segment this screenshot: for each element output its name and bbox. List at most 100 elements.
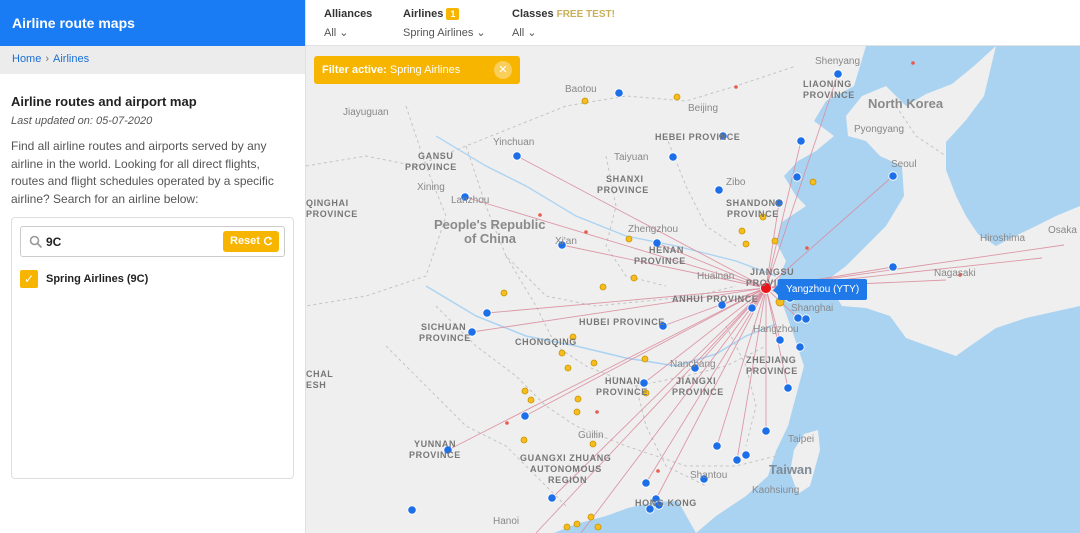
classes-filter[interactable]: Classes FREE TEST! All ⌄ bbox=[512, 8, 615, 39]
airport-marker-destination[interactable] bbox=[801, 314, 811, 324]
airport-marker-destination[interactable] bbox=[714, 185, 724, 195]
airport-marker-secondary[interactable] bbox=[564, 364, 572, 372]
airport-marker-destination[interactable] bbox=[783, 383, 793, 393]
airport-marker-destination[interactable] bbox=[407, 505, 417, 515]
airport-marker-destination[interactable] bbox=[833, 69, 843, 79]
airport-marker-destination[interactable] bbox=[888, 171, 898, 181]
filter-chip-value: Spring Airlines bbox=[389, 64, 461, 76]
map-label-seoul: Seoul bbox=[891, 159, 917, 170]
map-label-chongqing: CHONGQING bbox=[515, 337, 577, 347]
airport-marker-secondary[interactable] bbox=[589, 440, 597, 448]
airport-marker-destination[interactable] bbox=[547, 493, 557, 503]
chevron-down-icon: ⌄ bbox=[339, 27, 349, 39]
airport-marker-secondary[interactable] bbox=[590, 359, 598, 367]
airport-marker-destination[interactable] bbox=[792, 172, 802, 182]
airport-marker-secondary[interactable] bbox=[520, 436, 528, 444]
map-label-north-korea: North Korea bbox=[868, 96, 944, 111]
airport-marker-secondary[interactable] bbox=[558, 349, 566, 357]
airport-marker-secondary[interactable] bbox=[771, 237, 779, 245]
filter-bar: Alliances All ⌄ Airlines 1 Spring Airline… bbox=[306, 0, 1080, 46]
page-title: Airline routes and airport map bbox=[11, 94, 197, 109]
map-label-shandong: SHANDONG bbox=[726, 198, 784, 208]
brand-title[interactable]: Airline route maps bbox=[0, 0, 305, 46]
map-label-lanzhou: Lanzhou bbox=[451, 195, 490, 206]
airport-marker-destination[interactable] bbox=[512, 151, 522, 161]
map-label-nanchang: Nanchang bbox=[670, 359, 716, 370]
breadcrumb-airlines-link[interactable]: Airlines bbox=[53, 53, 89, 65]
minor-airport-marker bbox=[656, 469, 660, 473]
route-map[interactable]: Shenyang LIAONING PROVINCE North Korea P… bbox=[306, 46, 1080, 533]
map-label-henan: HENAN bbox=[649, 245, 685, 255]
alliances-filter[interactable]: Alliances All ⌄ bbox=[324, 8, 372, 39]
airlines-filter-title: Airlines bbox=[403, 8, 444, 20]
reset-button[interactable]: Reset bbox=[223, 231, 279, 252]
airport-marker-secondary[interactable] bbox=[738, 227, 746, 235]
map-label-shenyang: Shenyang bbox=[815, 56, 861, 67]
airport-marker-destination[interactable] bbox=[614, 88, 624, 98]
airline-option-row[interactable]: ✓ Spring Airlines (9C) bbox=[20, 270, 285, 290]
airport-marker-destination[interactable] bbox=[668, 152, 678, 162]
airline-search-input[interactable] bbox=[46, 232, 226, 252]
airport-marker-secondary[interactable] bbox=[809, 178, 817, 186]
airport-marker-secondary[interactable] bbox=[521, 387, 529, 395]
minor-airport-marker bbox=[505, 421, 509, 425]
map-label-hunan: HUNAN bbox=[605, 376, 641, 386]
airport-marker-destination[interactable] bbox=[747, 303, 757, 313]
airport-marker-secondary[interactable] bbox=[573, 520, 581, 528]
airport-marker-secondary[interactable] bbox=[587, 513, 595, 521]
airport-marker-destination[interactable] bbox=[795, 342, 805, 352]
map-label-sichuan-2: PROVINCE bbox=[419, 333, 471, 343]
map-label-beijing: Beijing bbox=[688, 103, 719, 114]
sidebar-content: Airline routes and airport map Last upda… bbox=[0, 74, 305, 479]
filter-active-chip[interactable]: Filter active: Spring Airlines ✕ bbox=[314, 56, 520, 84]
map-label-nagasaki: Nagasaki bbox=[934, 268, 976, 279]
airport-marker-secondary[interactable] bbox=[581, 97, 589, 105]
airlines-filter[interactable]: Airlines 1 Spring Airlines ⌄ bbox=[403, 8, 486, 39]
airport-marker-destination[interactable] bbox=[482, 308, 492, 318]
minor-airport-marker bbox=[734, 85, 738, 89]
airport-marker-destination[interactable] bbox=[732, 455, 742, 465]
map-label-huainan: Huainan bbox=[697, 271, 735, 282]
map-label-taiyuan: Taiyuan bbox=[614, 152, 649, 163]
checkbox-checked-icon[interactable]: ✓ bbox=[20, 270, 38, 288]
airport-marker-destination[interactable] bbox=[888, 262, 898, 272]
airport-marker-secondary[interactable] bbox=[573, 408, 581, 416]
airport-marker-destination[interactable] bbox=[520, 411, 530, 421]
map-label-xian: Xi'an bbox=[555, 236, 577, 247]
map-label-shanxi: SHANXI bbox=[606, 174, 644, 184]
map-label-hiroshima: Hiroshima bbox=[980, 233, 1026, 244]
airport-marker-destination[interactable] bbox=[641, 478, 651, 488]
map-label-kaohsiung: Kaohsiung bbox=[752, 485, 800, 496]
minor-airport-marker bbox=[805, 246, 809, 250]
map-label-yinchuan: Yinchuan bbox=[493, 137, 535, 148]
airport-marker-destination[interactable] bbox=[793, 313, 803, 323]
map-label-gansu: GANSU bbox=[418, 151, 454, 161]
airport-marker-secondary[interactable] bbox=[574, 395, 582, 403]
airport-marker-secondary[interactable] bbox=[630, 274, 638, 282]
map-label-shantou: Shantou bbox=[690, 470, 728, 481]
chevron-down-icon: ⌄ bbox=[527, 27, 537, 39]
airport-marker-destination[interactable] bbox=[639, 378, 649, 388]
reset-button-label: Reset bbox=[230, 235, 260, 247]
map-label-yunnan-2: PROVINCE bbox=[409, 450, 461, 460]
airport-marker-destination[interactable] bbox=[712, 441, 722, 451]
refresh-icon bbox=[263, 236, 273, 246]
airport-marker-secondary[interactable] bbox=[673, 93, 681, 101]
close-icon[interactable]: ✕ bbox=[494, 61, 512, 79]
map-label-zibo: Zibo bbox=[726, 177, 746, 188]
airport-marker-secondary[interactable] bbox=[599, 283, 607, 291]
airport-marker-destination[interactable] bbox=[741, 450, 751, 460]
map-label-taipei: Taipei bbox=[788, 434, 815, 445]
airport-marker-secondary[interactable] bbox=[527, 396, 535, 404]
airport-marker-destination[interactable] bbox=[775, 335, 785, 345]
airport-marker-secondary[interactable] bbox=[563, 523, 571, 531]
airport-marker-destination[interactable] bbox=[796, 136, 806, 146]
airport-marker-destination[interactable] bbox=[761, 426, 771, 436]
airport-marker-secondary[interactable] bbox=[742, 240, 750, 248]
airport-marker-secondary[interactable] bbox=[625, 235, 633, 243]
airport-marker-secondary[interactable] bbox=[500, 289, 508, 297]
last-updated-text: Last updated on: 05-07-2020 bbox=[11, 115, 153, 127]
airport-marker-secondary[interactable] bbox=[594, 523, 602, 531]
breadcrumb-home-link[interactable]: Home bbox=[12, 53, 41, 65]
airport-marker-secondary[interactable] bbox=[641, 355, 649, 363]
